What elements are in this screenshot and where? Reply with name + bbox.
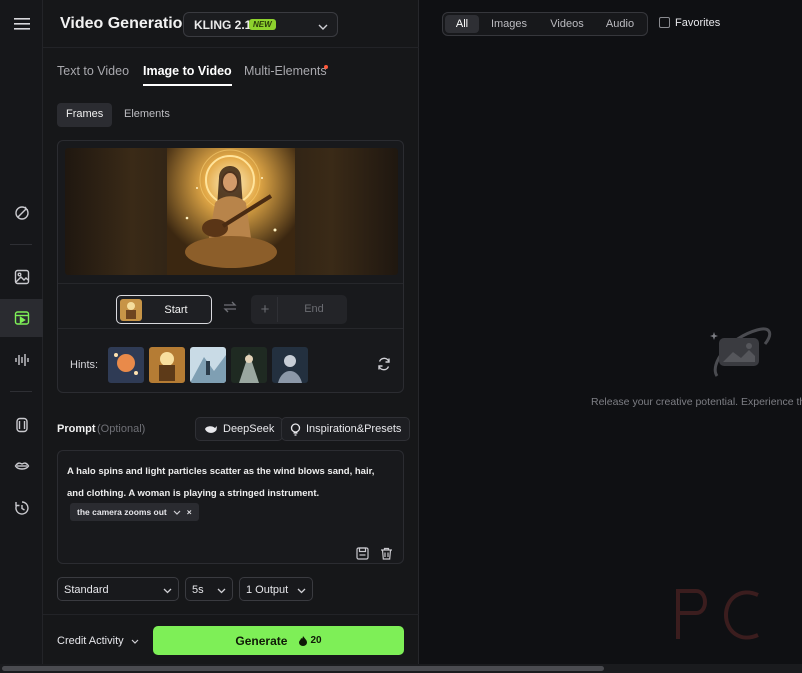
- duration-value: 5s: [192, 584, 204, 596]
- inspiration-presets-button[interactable]: Inspiration&Presets: [281, 417, 411, 441]
- canvas-icon[interactable]: [0, 406, 43, 444]
- chevron-down-icon: [131, 639, 139, 644]
- whale-icon: [205, 425, 217, 433]
- lightbulb-icon: [290, 422, 301, 436]
- filter-images[interactable]: Images: [483, 15, 535, 33]
- add-end-frame-icon: +: [253, 297, 278, 322]
- history-icon[interactable]: [0, 489, 43, 527]
- duration-select[interactable]: 5s: [185, 577, 233, 601]
- active-tab-underline: [143, 84, 232, 86]
- model-select[interactable]: KLING 2.1 NEW: [183, 12, 338, 37]
- notification-dot: [324, 65, 328, 69]
- frame-controls: Start + End: [58, 283, 403, 329]
- mode-value: Standard: [64, 584, 109, 596]
- favorites-label: Favorites: [675, 17, 721, 29]
- trash-icon[interactable]: [380, 547, 393, 563]
- filter-audio[interactable]: Audio: [597, 15, 643, 33]
- subtab-frames[interactable]: Frames: [57, 103, 113, 127]
- save-icon[interactable]: [356, 547, 369, 563]
- prompt-header: Prompt (Optional) DeepSeek Inspiration&P…: [57, 417, 411, 441]
- lips-icon[interactable]: [0, 447, 43, 485]
- outputs-select[interactable]: 1 Output: [239, 577, 313, 601]
- credit-activity-label: Credit Activity: [57, 635, 124, 647]
- frames-card: Start + End Hints:: [57, 140, 404, 393]
- chevron-down-icon: [318, 20, 328, 34]
- prompt-text: A halo spins and light particles scatter…: [67, 466, 375, 499]
- refresh-icon[interactable]: [377, 357, 391, 374]
- mode-select[interactable]: Standard: [57, 577, 179, 601]
- tab-label: Image to Video: [143, 64, 232, 78]
- tab-multi-elements[interactable]: Multi-Elements: [244, 64, 327, 78]
- favorites-checkbox[interactable]: Favorites: [659, 17, 720, 29]
- optional-label: (Optional): [97, 423, 146, 435]
- hint-thumbnail[interactable]: [149, 347, 185, 383]
- close-icon[interactable]: ×: [187, 507, 192, 517]
- tab-image-to-video[interactable]: Image to Video: [143, 64, 232, 86]
- hint-thumbnail[interactable]: [272, 347, 308, 383]
- magic-brush-icon[interactable]: [0, 194, 43, 232]
- start-frame-button[interactable]: Start: [116, 295, 212, 324]
- watermark-logo: [676, 589, 759, 640]
- empty-state-text: Release your creative potential. Experie…: [591, 396, 802, 408]
- generate-label: Generate: [235, 633, 288, 648]
- icon-rail: [0, 0, 43, 673]
- chevron-down-icon[interactable]: [173, 510, 181, 515]
- prompt-textarea[interactable]: A halo spins and light particles scatter…: [57, 450, 404, 564]
- tab-text-to-video[interactable]: Text to Video: [57, 64, 129, 78]
- uploaded-image-preview[interactable]: [65, 148, 398, 275]
- hint-thumbnail[interactable]: [231, 347, 267, 383]
- scrollbar-thumb[interactable]: [2, 666, 604, 671]
- asset-filter: All Images Videos Audio: [442, 12, 648, 36]
- subtab-elements[interactable]: Elements: [115, 103, 179, 127]
- prompt-label: Prompt: [57, 423, 96, 435]
- video-icon[interactable]: [0, 299, 43, 337]
- tab-label: Multi-Elements: [244, 64, 327, 78]
- audio-wave-icon[interactable]: [0, 341, 43, 379]
- new-badge: NEW: [249, 19, 276, 30]
- credit-activity-button[interactable]: Credit Activity: [57, 635, 139, 647]
- empty-state-image-icon: [710, 327, 772, 377]
- horizontal-scrollbar[interactable]: [0, 664, 802, 673]
- flame-icon: [299, 635, 308, 646]
- results-area: All Images Videos Audio Favorites Releas…: [419, 0, 802, 673]
- woman-with-lute-image: [167, 148, 295, 275]
- end-frame-button[interactable]: + End: [251, 295, 347, 324]
- image-icon[interactable]: [0, 258, 43, 296]
- deepseek-label: DeepSeek: [223, 423, 275, 435]
- filter-videos[interactable]: Videos: [541, 15, 593, 33]
- chevron-down-icon: [217, 585, 226, 597]
- chevron-down-icon: [297, 585, 306, 597]
- chevron-down-icon: [163, 585, 172, 597]
- hint-thumbnail[interactable]: [190, 347, 226, 383]
- checkbox: [659, 17, 670, 28]
- model-name: KLING 2.1: [194, 18, 252, 32]
- start-label: Start: [164, 304, 188, 316]
- filter-all[interactable]: All: [445, 15, 479, 33]
- generate-button[interactable]: Generate 20: [153, 626, 404, 655]
- end-label: End: [304, 303, 324, 315]
- page-title: Video Generation: [60, 15, 193, 32]
- chip-label: the camera zooms out: [77, 507, 167, 517]
- generation-panel: Video Generation KLING 2.1 NEW Text to V…: [43, 0, 419, 673]
- deepseek-button[interactable]: DeepSeek: [195, 417, 284, 441]
- menu-icon[interactable]: [0, 5, 43, 43]
- camera-movement-chip[interactable]: the camera zooms out ×: [70, 503, 199, 521]
- outputs-value: 1 Output: [246, 584, 289, 596]
- credit-cost: 20: [299, 635, 322, 646]
- credit-cost-value: 20: [310, 635, 322, 646]
- inspiration-label: Inspiration&Presets: [306, 423, 402, 435]
- hint-thumbnail[interactable]: [108, 347, 144, 383]
- panel-header: Video Generation KLING 2.1 NEW: [43, 0, 419, 48]
- swap-icon[interactable]: [223, 301, 237, 316]
- hints-label: Hints:: [70, 359, 99, 371]
